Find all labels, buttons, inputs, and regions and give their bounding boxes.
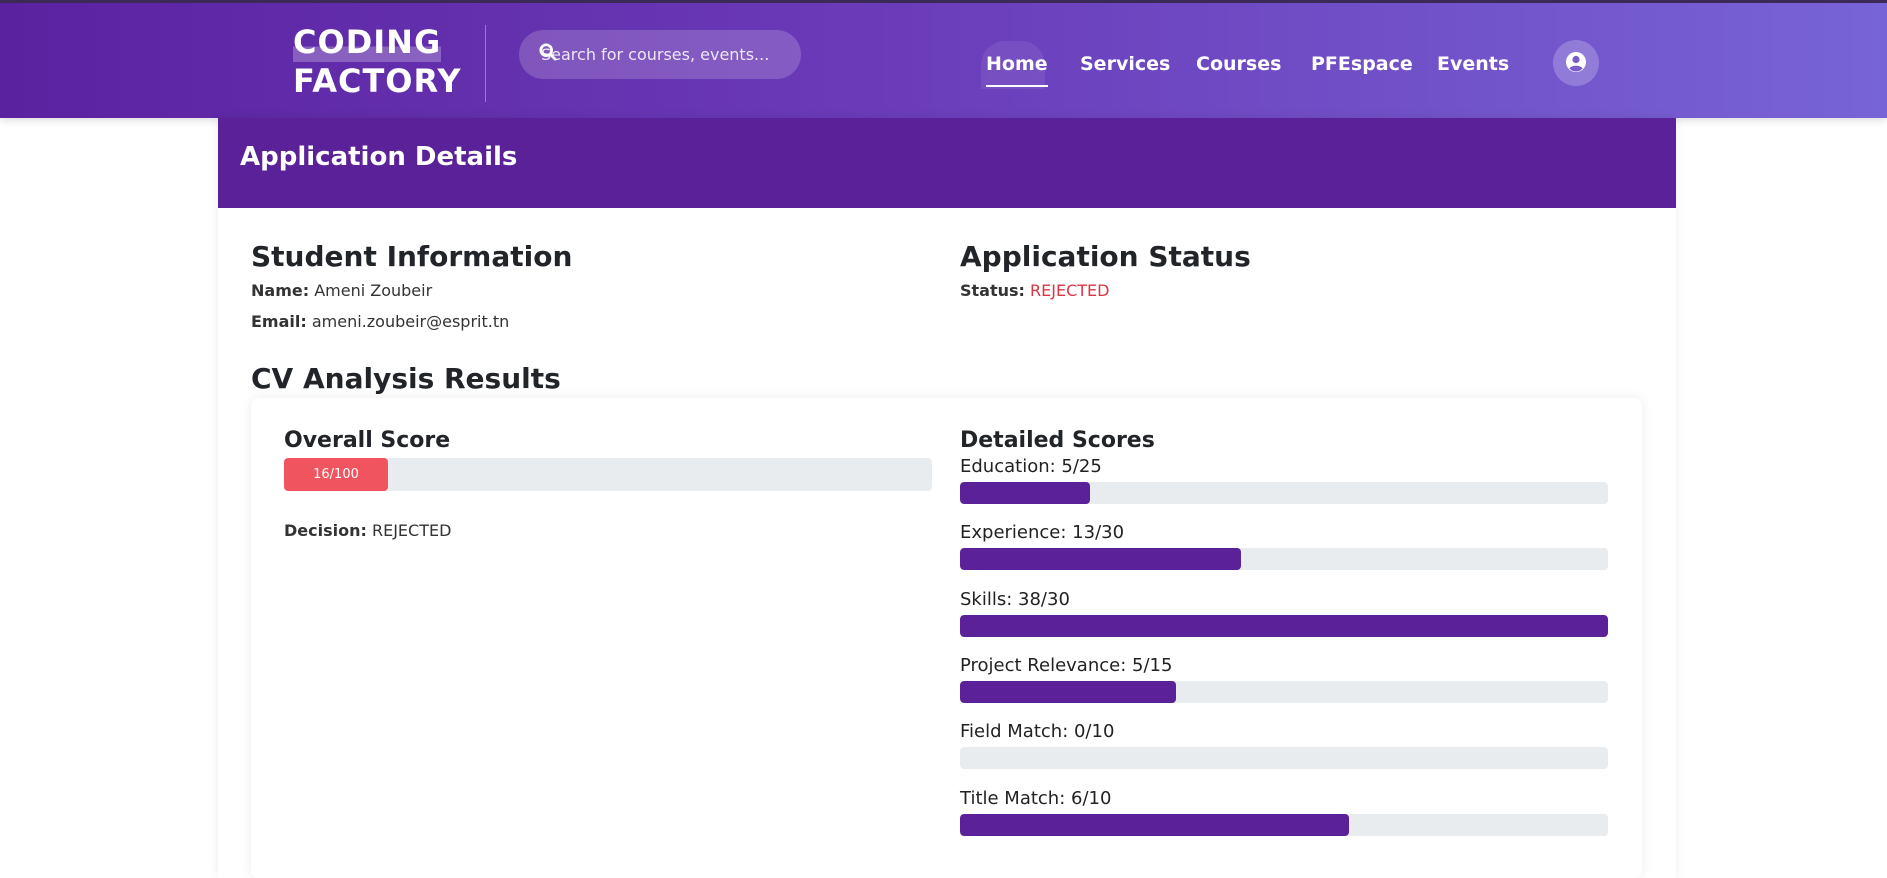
score-row-skills: Skills: 38/30 (960, 589, 1608, 637)
application-details-card: Application Details Student Information … (218, 118, 1676, 878)
student-email: ameni.zoubeir@esprit.tn (311, 312, 510, 331)
score-row-education: Education: 5/25 (960, 456, 1608, 504)
logo-line-1: CODING (293, 23, 442, 62)
status-label: Status: (960, 281, 1025, 300)
score-row-experience: Experience: 13/30 (960, 522, 1608, 570)
user-menu-button[interactable] (1553, 40, 1599, 86)
score-label: Title Match: 6/10 (960, 788, 1112, 809)
score-fill (960, 482, 1090, 504)
application-status-heading: Application Status (960, 240, 1251, 273)
cv-analysis-panel: Overall Score 16/100 Decision: REJECTED … (251, 398, 1642, 878)
cv-analysis-heading: CV Analysis Results (251, 362, 561, 395)
score-label: Project Relevance: 5/15 (960, 655, 1173, 676)
score-fill (960, 548, 1241, 570)
score-bar (960, 482, 1608, 504)
student-email-line: Email: ameni.zoubeir@esprit.tn (251, 312, 509, 331)
decision-line: Decision: REJECTED (284, 521, 451, 540)
score-fill (960, 814, 1349, 836)
score-fill (960, 615, 1608, 637)
score-label: Education: 5/25 (960, 456, 1102, 477)
score-bar (960, 814, 1608, 836)
student-name: Ameni Zoubeir (314, 281, 433, 300)
page-title: Application Details (240, 142, 518, 172)
logo-line-2: FACTORY (293, 62, 462, 100)
score-row-field-match: Field Match: 0/10 (960, 721, 1608, 769)
overall-score-heading: Overall Score (284, 428, 451, 453)
user-circle-icon (1566, 52, 1586, 72)
status-line: Status: REJECTED (960, 281, 1109, 300)
top-navbar: CODING FACTORY Home Services Courses PFE… (0, 0, 1887, 118)
status-badge: REJECTED (1030, 281, 1110, 300)
score-label: Skills: 38/30 (960, 589, 1070, 610)
overall-score-bar: 16/100 (284, 458, 932, 491)
student-info-heading: Student Information (251, 240, 573, 273)
nav-pfespace[interactable]: PFEspace (1311, 53, 1413, 75)
logo[interactable]: CODING FACTORY (293, 23, 462, 101)
score-bar (960, 548, 1608, 570)
score-bar (960, 615, 1608, 637)
overall-score-fill: 16/100 (284, 458, 388, 491)
decision-value: REJECTED (371, 521, 452, 540)
detailed-scores-heading: Detailed Scores (960, 428, 1155, 453)
score-row-title-match: Title Match: 6/10 (960, 788, 1608, 836)
search-box (519, 30, 801, 79)
name-label: Name: (251, 281, 310, 300)
nav-courses[interactable]: Courses (1196, 53, 1281, 75)
email-label: Email: (251, 312, 307, 331)
score-label: Field Match: 0/10 (960, 721, 1115, 742)
decision-label: Decision: (284, 521, 367, 540)
score-bar (960, 681, 1608, 703)
student-name-line: Name: Ameni Zoubeir (251, 281, 432, 300)
score-row-project-relevance: Project Relevance: 5/15 (960, 655, 1608, 703)
nav-home[interactable]: Home (986, 53, 1048, 87)
nav-events[interactable]: Events (1437, 53, 1509, 75)
search-input[interactable] (541, 30, 791, 79)
card-header: Application Details (218, 118, 1676, 208)
score-label: Experience: 13/30 (960, 522, 1125, 543)
nav-services[interactable]: Services (1080, 53, 1170, 75)
score-fill (960, 681, 1176, 703)
logo-divider (485, 25, 486, 102)
score-bar (960, 747, 1608, 769)
